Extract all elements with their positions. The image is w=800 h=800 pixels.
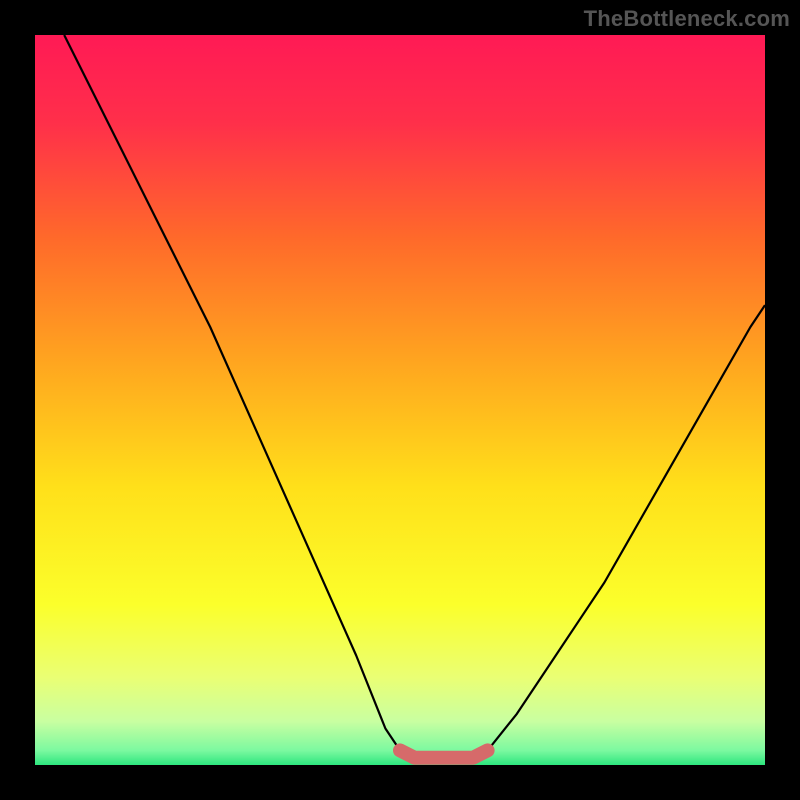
chart-svg (35, 35, 765, 765)
plot-area (35, 35, 765, 765)
chart-frame: TheBottleneck.com (0, 0, 800, 800)
watermark-text: TheBottleneck.com (584, 6, 790, 32)
series-trough-marker (400, 750, 488, 757)
gradient-background (35, 35, 765, 765)
